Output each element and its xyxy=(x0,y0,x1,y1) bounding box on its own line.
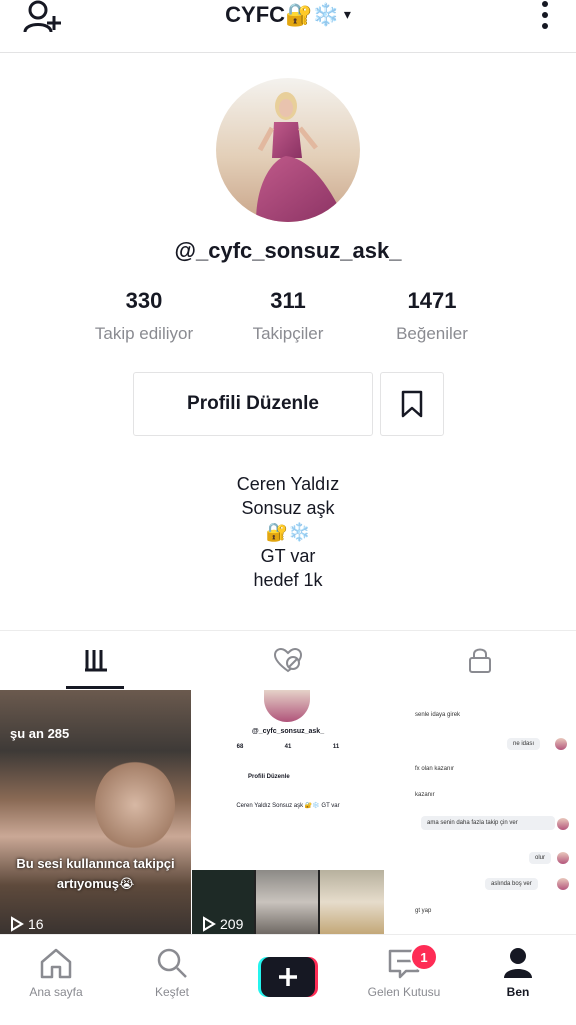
mini-bio: Ceren Yaldız Sonsuz aşk 🔐❄️ GT var xyxy=(236,803,340,809)
plus-icon xyxy=(258,957,318,997)
profile-tabs xyxy=(0,630,576,689)
chevron-down-icon: ▾ xyxy=(343,6,351,22)
profile-icon xyxy=(504,948,532,978)
nav-profile[interactable]: Ben xyxy=(468,945,568,999)
chat-avatar xyxy=(557,818,569,830)
lock-icon xyxy=(469,648,491,673)
stat-likes[interactable]: 1471 Beğeniler xyxy=(362,288,502,344)
mini-stat: 41 xyxy=(284,744,292,750)
stat-label: Beğeniler xyxy=(396,324,468,343)
profile-avatar[interactable] xyxy=(216,78,360,222)
nav-discover[interactable]: Keşfet xyxy=(122,945,222,999)
stat-label: Takipçiler xyxy=(252,324,324,343)
nav-label: Ben xyxy=(506,985,530,999)
stat-followers[interactable]: 311 Takipçiler xyxy=(218,288,358,344)
video-grid: şu an 285 Bu sesi kullanınca takipçi art… xyxy=(0,690,576,934)
search-icon xyxy=(157,948,187,978)
tab-active-indicator xyxy=(66,686,124,689)
stat-value: 1471 xyxy=(407,288,457,313)
tab-liked[interactable] xyxy=(192,631,384,689)
view-count: 16 xyxy=(10,916,44,932)
chat-message: olur xyxy=(529,852,552,864)
stat-label: Takip ediliyor xyxy=(94,324,194,343)
chat-message: senle idaya girek xyxy=(415,712,461,718)
play-icon xyxy=(11,916,24,932)
mini-thumb xyxy=(320,870,384,934)
video-thumbnail[interactable]: @_cyfc_sonsuz_ask_ 68 41 11 Profili Düze… xyxy=(192,690,384,934)
view-count-value: 209 xyxy=(220,916,244,932)
mini-edit-button: Profili Düzenle xyxy=(248,774,290,780)
bottom-nav: Ana sayfa Keşfet Gelen Kutusu 1 Ben xyxy=(0,934,576,1025)
play-icon xyxy=(203,916,216,932)
stat-value: 330 xyxy=(125,288,163,313)
tab-private[interactable] xyxy=(384,631,576,689)
mini-username: @_cyfc_sonsuz_ask_ xyxy=(251,728,325,735)
mini-stat: 11 xyxy=(332,744,340,750)
bio: Ceren Yaldız Sonsuz aşk 🔐❄️ GT var hedef… xyxy=(0,472,576,592)
mini-thumb xyxy=(256,870,318,934)
chat-message: gt yap xyxy=(415,908,432,914)
chat-message: kazanır xyxy=(415,792,435,798)
stat-value: 311 xyxy=(270,288,306,313)
more-options-icon[interactable] xyxy=(540,0,550,32)
nav-label: Ana sayfa xyxy=(29,985,83,999)
account-title: CYFC🔐❄️ xyxy=(225,2,340,27)
stat-following[interactable]: 330 Takip ediliyor xyxy=(74,288,214,344)
edit-profile-button[interactable]: Profili Düzenle xyxy=(133,372,373,436)
bio-line: Ceren Yaldız xyxy=(236,474,340,494)
video-thumbnail[interactable]: şu an 285 Bu sesi kullanınca takipçi art… xyxy=(0,690,191,934)
chat-avatar xyxy=(557,852,569,864)
chat-message: ne idası xyxy=(507,738,541,750)
chat-avatar xyxy=(555,738,567,750)
chat-message: fx olan kazanır xyxy=(415,766,455,772)
bio-line: GT var xyxy=(260,546,316,566)
username: @_cyfc_sonsuz_ask_ xyxy=(174,238,402,263)
inbox-badge: 1 xyxy=(410,943,438,971)
video-caption-top: şu an 285 xyxy=(10,726,70,741)
tab-videos[interactable] xyxy=(0,631,192,689)
video-thumbnail[interactable]: senle idaya girek ne idası fx olan kazan… xyxy=(385,690,576,934)
video-caption: Bu sesi kullanınca takipçi artıyomuş😭 xyxy=(16,856,175,891)
mini-avatar xyxy=(264,690,310,722)
chat-message: aslında boş ver xyxy=(485,878,538,890)
bio-line: Sonsuz aşk xyxy=(241,498,335,518)
view-count: 209 xyxy=(202,916,243,932)
heart-hidden-icon xyxy=(273,647,303,673)
create-button[interactable] xyxy=(258,957,318,997)
bookmark-button[interactable] xyxy=(380,372,444,436)
chat-avatar xyxy=(557,878,569,890)
home-icon xyxy=(40,948,72,979)
nav-home[interactable]: Ana sayfa xyxy=(6,945,106,999)
bookmark-icon xyxy=(401,390,423,418)
bio-line: hedef 1k xyxy=(253,570,323,590)
thumbnail-image xyxy=(95,760,175,850)
nav-label: Keşfet xyxy=(154,985,190,999)
nav-label: Gelen Kutusu xyxy=(367,985,441,999)
bio-line: 🔐❄️ xyxy=(265,522,311,542)
nav-inbox[interactable]: Gelen Kutusu xyxy=(354,945,454,999)
top-bar: CYFC🔐❄️ ▾ xyxy=(0,0,576,53)
view-count-value: 16 xyxy=(28,916,44,932)
chat-message: ama senin daha fazla takip çin ver xyxy=(421,816,555,830)
mini-stat: 68 xyxy=(236,744,244,750)
account-switcher[interactable]: CYFC🔐❄️ ▾ xyxy=(0,2,576,28)
grid-icon xyxy=(85,650,107,672)
